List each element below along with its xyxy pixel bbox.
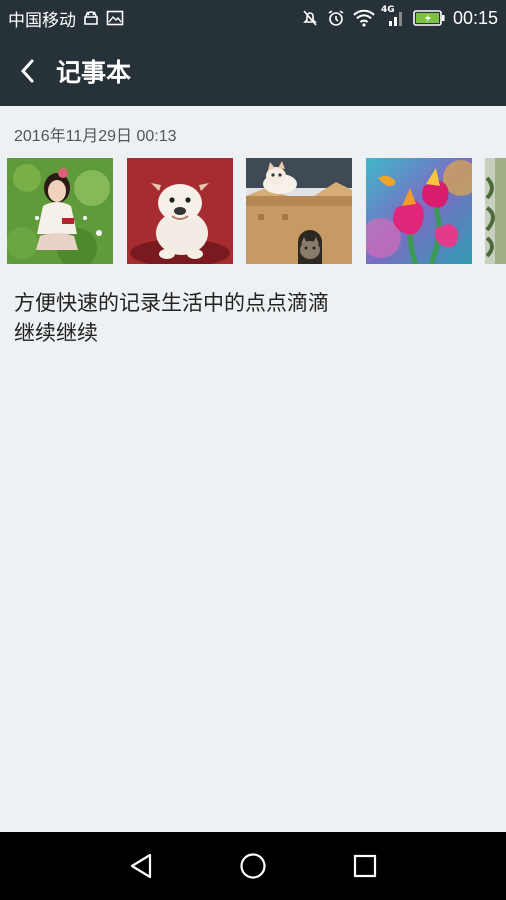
signal-icon: 4G xyxy=(381,5,405,27)
app-bar: 记事本 xyxy=(0,36,506,106)
network-type-label: 4G xyxy=(380,5,395,15)
page-title: 记事本 xyxy=(56,58,132,87)
navigation-bar xyxy=(0,832,506,900)
image-strip[interactable] xyxy=(0,158,506,264)
nav-back-button[interactable] xyxy=(121,846,161,886)
note-date: 2016年11月29日 00:13 xyxy=(14,128,177,145)
status-bar: 中国移动 4G 00:15 xyxy=(0,0,506,36)
nav-recents-button[interactable] xyxy=(345,846,385,886)
status-time: 00:15 xyxy=(452,7,498,28)
carrier-label: 中国移动 xyxy=(8,10,76,31)
back-button[interactable] xyxy=(0,36,56,106)
mute-icon xyxy=(301,9,319,27)
battery-charging-icon xyxy=(413,10,445,26)
status-left: 中国移动 xyxy=(8,6,124,31)
girl-on-grass-photo[interactable] xyxy=(7,158,113,264)
chevron-left-icon xyxy=(20,59,34,83)
note-line-2: 继续继续 xyxy=(14,321,98,345)
home-circle-icon xyxy=(240,853,266,879)
partial-photo[interactable] xyxy=(485,158,506,264)
recent-square-icon xyxy=(353,854,377,878)
cats-in-cardboard-box-photo[interactable] xyxy=(246,158,352,264)
status-right: 4G 00:15 xyxy=(301,5,498,29)
image-notify-icon xyxy=(106,10,124,26)
android-notify-icon xyxy=(82,10,100,26)
wifi-icon xyxy=(353,9,375,27)
pink-flowers-photo[interactable] xyxy=(366,158,472,264)
alarm-icon xyxy=(327,9,345,27)
note-content: 2016年11月29日 00:13 方便快速的记录生活中的点点滴滴 继续继续 xyxy=(0,106,506,832)
white-bulldog-puppy-photo[interactable] xyxy=(127,158,233,264)
note-body[interactable]: 方便快速的记录生活中的点点滴滴 继续继续 xyxy=(14,288,484,348)
note-line-1: 方便快速的记录生活中的点点滴滴 xyxy=(14,291,329,315)
back-triangle-icon xyxy=(130,853,152,879)
nav-home-button[interactable] xyxy=(233,846,273,886)
